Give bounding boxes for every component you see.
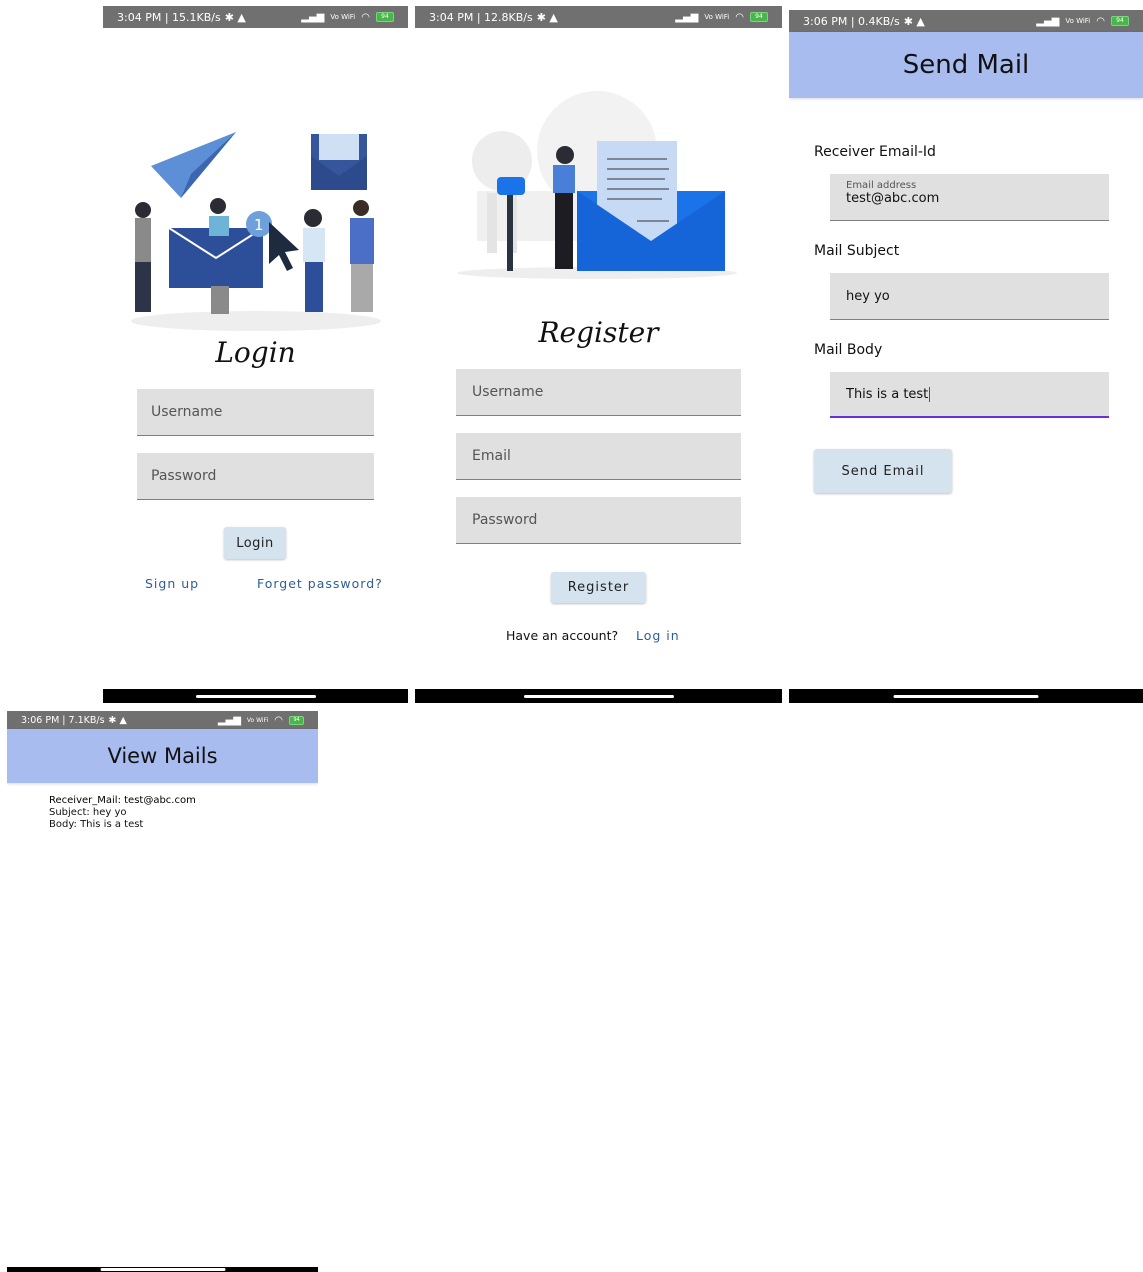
password-field[interactable]: Password (456, 497, 741, 544)
receiver-email-field[interactable]: Email address test@abc.com (830, 174, 1109, 221)
login-illustration: 1 (131, 132, 381, 331)
notification-icon: ✱ ▲ (903, 14, 925, 28)
nav-bar (103, 689, 408, 703)
email-value: test@abc.com (846, 191, 940, 206)
subject-label: Mail Subject (814, 243, 900, 259)
body-label: Mail Body (814, 342, 883, 358)
status-time: 3:06 PM | 0.4KB/s (803, 14, 900, 28)
home-indicator[interactable] (195, 695, 316, 698)
mailbox-post (507, 191, 513, 271)
notification-icon: ✱ ▲ (108, 714, 127, 726)
send-mail-header: Send Mail (789, 32, 1143, 98)
signal-icon: ▂▄▆ (1036, 15, 1060, 27)
home-indicator[interactable] (523, 695, 674, 698)
text-cursor (929, 386, 931, 402)
person-3 (303, 209, 325, 312)
email-field[interactable]: Email (456, 433, 741, 480)
mailbox-icon (497, 177, 525, 195)
nav-bar (415, 689, 782, 703)
svg-text:1: 1 (254, 216, 264, 234)
status-bar: 3:06 PM | 7.1KB/s ✱ ▲ ▂▄▆ Vo WiFi ◠ 94 (7, 711, 318, 729)
login-link[interactable]: Log in (636, 628, 680, 643)
nav-bar (789, 689, 1143, 703)
signup-link[interactable]: Sign up (145, 576, 199, 591)
volte-label: Vo WiFi (704, 13, 730, 21)
person-1 (135, 202, 151, 312)
wifi-icon: ◠ (735, 11, 744, 23)
register-button[interactable]: Register (551, 572, 646, 603)
send-mail-screen: 3:06 PM | 0.4KB/s ✱ ▲ ▂▄▆ Vo WiFi ◠ 94 Send … (789, 10, 1143, 703)
status-time: 3:04 PM | 12.8KB/s (429, 10, 533, 24)
mail-body: Body: This is a test (49, 819, 144, 830)
body-value: This is a test (846, 386, 929, 402)
login-button[interactable]: Login (224, 527, 286, 559)
subject-field[interactable]: hey yo (830, 273, 1109, 320)
wifi-icon: ◠ (1096, 15, 1105, 27)
signal-icon: ▂▄▆ (301, 11, 325, 23)
view-mails-header: View Mails (7, 729, 318, 783)
home-indicator[interactable] (893, 695, 1039, 698)
send-email-button[interactable]: Send Email (814, 449, 952, 493)
status-time: 3:06 PM | 7.1KB/s (21, 714, 105, 726)
status-bar: 3:04 PM | 12.8KB/s ✱ ▲ ▂▄▆ Vo WiFi ◠ 94 (415, 6, 782, 28)
volte-label: Vo WiFi (246, 716, 269, 724)
status-bar: 3:04 PM | 15.1KB/s ✱ ▲ ▂▄▆ Vo WiFi ◠ 94 (103, 6, 408, 28)
wifi-icon: ◠ (361, 11, 370, 23)
nav-bar (7, 1267, 318, 1272)
mail-list-item[interactable]: Receiver_Mail: test@abc.com Subject: hey… (49, 795, 196, 831)
ground-shadow (131, 311, 381, 331)
mail-subject: Subject: hey yo (49, 807, 127, 818)
status-time: 3:04 PM | 15.1KB/s (117, 10, 221, 24)
cursor-icon (269, 222, 299, 271)
username-field[interactable]: Username (137, 389, 374, 436)
status-bar: 3:06 PM | 0.4KB/s ✱ ▲ ▂▄▆ Vo WiFi ◠ 94 (789, 10, 1143, 32)
forgot-password-link[interactable]: Forget password? (257, 576, 383, 591)
body-field[interactable]: This is a test (830, 372, 1109, 418)
paper-plane-icon (151, 132, 236, 198)
volte-label: Vo WiFi (330, 13, 356, 21)
wifi-icon: ◠ (274, 714, 283, 726)
signal-icon: ▂▄▆ (217, 714, 241, 726)
page-title: View Mails (107, 744, 218, 768)
have-account-text: Have an account? (506, 628, 619, 643)
home-indicator[interactable] (100, 1268, 225, 1271)
receiver-label: Receiver Email-Id (814, 144, 936, 160)
notification-icon: ✱ ▲ (536, 10, 558, 24)
battery-icon: 94 (750, 12, 768, 22)
volte-label: Vo WiFi (1065, 17, 1091, 25)
battery-icon: 94 (289, 715, 304, 725)
login-screen: 3:04 PM | 15.1KB/s ✱ ▲ ▂▄▆ Vo WiFi ◠ 94 1 (103, 6, 408, 703)
view-mails-screen: 3:06 PM | 7.1KB/s ✱ ▲ ▂▄▆ Vo WiFi ◠ 94 View … (7, 711, 318, 1272)
register-title: Register (538, 316, 659, 349)
battery-icon: 94 (376, 12, 394, 22)
register-screen: 3:04 PM | 12.8KB/s ✱ ▲ ▂▄▆ Vo WiFi ◠ 94 Regi… (415, 6, 782, 703)
login-title: Login (215, 336, 296, 369)
signal-icon: ▂▄▆ (675, 11, 699, 23)
page-title: Send Mail (902, 50, 1030, 80)
person-4 (350, 200, 374, 312)
password-field[interactable]: Password (137, 453, 374, 500)
email-hint: Email address (846, 180, 917, 191)
battery-icon: 94 (1111, 16, 1129, 26)
username-field[interactable]: Username (456, 369, 741, 416)
mail-receiver: Receiver_Mail: test@abc.com (49, 795, 196, 806)
register-illustration (457, 91, 737, 279)
notification-icon: ✱ ▲ (224, 10, 246, 24)
